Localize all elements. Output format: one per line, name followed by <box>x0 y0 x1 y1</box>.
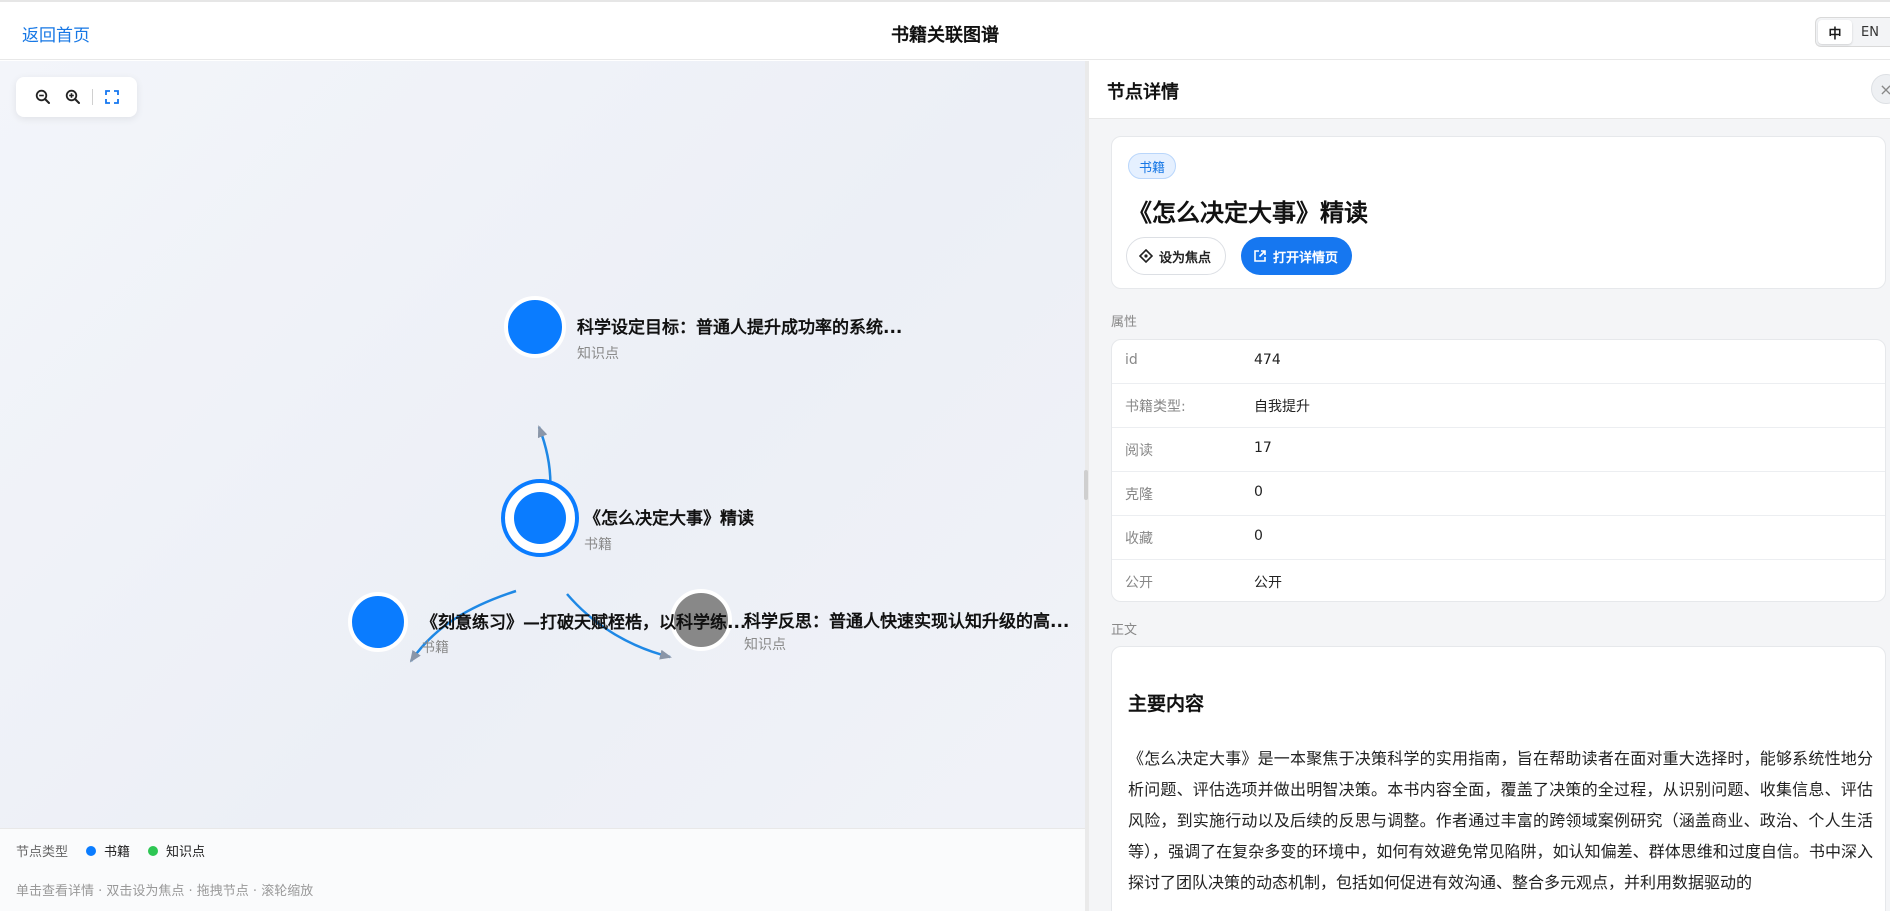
property-row: 克隆 0 <box>1112 472 1885 516</box>
properties-section-label: 属性 <box>1111 315 1138 330</box>
node-circle[interactable] <box>514 492 566 544</box>
external-link-icon <box>1253 249 1267 263</box>
node-type-badge: 书籍 <box>1128 153 1177 179</box>
set-focus-button[interactable]: 设为焦点 <box>1126 237 1227 275</box>
fit-screen-button[interactable] <box>97 82 127 112</box>
property-row: id 474 <box>1112 340 1885 384</box>
body-section-label: 正文 <box>1111 623 1138 638</box>
close-panel-button[interactable]: × <box>1871 74 1890 104</box>
node-label: 科学反思：普通人快速实现认知升级的高... <box>744 611 1069 632</box>
legend-label: 书籍 <box>104 845 131 860</box>
toolbar-divider <box>92 89 93 105</box>
graph-node[interactable]: 科学设定目标：普通人提升成功率的系统... 知识点 <box>504 296 902 362</box>
property-row: 公开 公开 <box>1112 560 1885 601</box>
zoom-toolbar <box>16 77 137 117</box>
node-label: 《怎么决定大事》精读 <box>584 508 754 529</box>
set-focus-label: 设为焦点 <box>1159 250 1212 266</box>
legend-dot-icon <box>86 845 97 856</box>
page-title: 书籍关联图谱 <box>891 25 999 46</box>
legend-item-knowledge: 知识点 <box>148 841 205 860</box>
property-key: 书籍类型: <box>1125 399 1186 415</box>
property-key: id <box>1125 352 1138 368</box>
property-value: 自我提升 <box>1254 399 1310 415</box>
node-type-label: 知识点 <box>744 636 786 653</box>
property-row: 阅读 17 <box>1112 428 1885 472</box>
legend-bar: 节点类型 书籍 知识点 单击查看详情 · 双击设为焦点 · 拖拽节点 · 滚轮缩… <box>0 828 1085 911</box>
property-key: 克隆 <box>1125 487 1153 503</box>
property-key: 收藏 <box>1125 531 1153 547</box>
property-value: 公开 <box>1254 575 1282 591</box>
node-circle[interactable] <box>504 296 566 358</box>
splitter-handle[interactable] <box>1084 470 1088 500</box>
graph-node-focused[interactable]: 《怎么决定大事》精读 书籍 <box>501 479 754 557</box>
node-title: 《怎么决定大事》精读 <box>1128 199 1368 227</box>
node-detail-panel: 节点详情 × 书籍 《怎么决定大事》精读 设为焦点 打开详情页 属性 id 47… <box>1089 61 1890 911</box>
graph-canvas[interactable]: 科学设定目标：普通人提升成功率的系统... 知识点 《怎么决定大事》精读 书籍 … <box>0 61 1085 911</box>
lang-en-button[interactable]: EN <box>1852 20 1888 44</box>
node-type-label: 知识点 <box>577 345 619 362</box>
legend-dot-icon <box>148 845 159 856</box>
properties-card: id 474 书籍类型: 自我提升 阅读 17 克隆 0 收藏 0 公开 公开 <box>1111 339 1886 602</box>
zoom-out-icon <box>35 89 50 104</box>
legend-item-book: 书籍 <box>86 841 130 860</box>
legend-title: 节点类型 <box>16 845 69 860</box>
zoom-in-button[interactable] <box>58 82 88 112</box>
property-key: 阅读 <box>1125 443 1153 459</box>
node-type-label: 书籍 <box>584 536 612 553</box>
property-value: 474 <box>1254 352 1281 368</box>
node-summary-card: 书籍 《怎么决定大事》精读 设为焦点 打开详情页 <box>1111 136 1886 289</box>
property-value: 17 <box>1254 440 1272 456</box>
interaction-hint: 单击查看详情 · 双击设为焦点 · 拖拽节点 · 滚轮缩放 <box>16 884 314 899</box>
detail-panel-title: 节点详情 <box>1107 82 1179 103</box>
node-label: 《刻意练习》—打破天赋桎梏，以科学练... <box>421 612 746 633</box>
top-header: 返回首页 书籍关联图谱 中 EN <box>0 0 1890 60</box>
close-icon: × <box>1879 79 1890 99</box>
fit-screen-icon <box>105 90 119 104</box>
property-row: 收藏 0 <box>1112 516 1885 560</box>
body-heading: 主要内容 <box>1128 693 1205 715</box>
property-key: 公开 <box>1125 575 1153 591</box>
node-type-label: 书籍 <box>421 639 449 656</box>
open-detail-label: 打开详情页 <box>1273 250 1339 266</box>
node-type-legend: 节点类型 书籍 知识点 <box>16 841 223 860</box>
detail-panel-header: 节点详情 × <box>1089 61 1890 119</box>
property-row: 书籍类型: 自我提升 <box>1112 384 1885 428</box>
language-switch: 中 EN <box>1815 17 1890 47</box>
body-text: 《怎么决定大事》是一本聚焦于决策科学的实用指南，旨在帮助读者在面对重大选择时，能… <box>1128 749 1873 892</box>
property-value: 0 <box>1254 484 1263 500</box>
zoom-in-icon <box>65 89 80 104</box>
lang-zh-button[interactable]: 中 <box>1818 20 1852 44</box>
open-detail-page-button[interactable]: 打开详情页 <box>1241 237 1353 275</box>
property-value: 0 <box>1254 528 1263 544</box>
graph-svg[interactable]: 科学设定目标：普通人提升成功率的系统... 知识点 《怎么决定大事》精读 书籍 … <box>0 61 1085 851</box>
zoom-out-button[interactable] <box>28 82 58 112</box>
body-content-card: 主要内容 《怎么决定大事》是一本聚焦于决策科学的实用指南，旨在帮助读者在面对重大… <box>1111 646 1886 911</box>
legend-label: 知识点 <box>166 845 206 860</box>
node-circle[interactable] <box>348 592 408 652</box>
crosshair-icon <box>1139 249 1153 263</box>
node-label: 科学设定目标：普通人提升成功率的系统... <box>577 317 902 338</box>
